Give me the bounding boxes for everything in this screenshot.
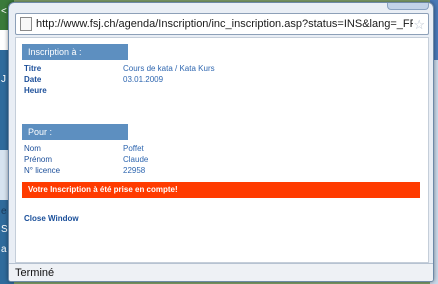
window-control[interactable] [387, 3, 429, 10]
confirmation-alert: Votre Inscription à été prise en compte! [22, 182, 420, 198]
field-value: Cours de kata / Kata Kurs [123, 64, 215, 73]
field-value: Claude [123, 155, 149, 164]
page-icon [20, 17, 32, 31]
status-text: Terminé [15, 267, 55, 279]
url-text[interactable]: http://www.fsj.ch/agenda/Inscription/inc… [36, 18, 413, 30]
pour-header: Pour : [22, 124, 128, 140]
field-label: Heure [24, 86, 47, 95]
background-text: a [1, 244, 7, 255]
background-text: e [1, 206, 7, 217]
field-value: 22958 [123, 166, 146, 175]
field-label: N° licence [24, 166, 61, 175]
field-label: Nom [24, 144, 41, 153]
field-label: Date [24, 75, 42, 84]
field-value: Poffet [123, 144, 144, 153]
field-label: Prénom [24, 155, 53, 164]
page-content: Inscription à : Titre Cours de kata / Ka… [15, 37, 429, 263]
close-window-link[interactable]: Close Window [24, 214, 79, 223]
field-value: 03.01.2009 [123, 75, 164, 84]
inscription-header: Inscription à : [22, 44, 128, 60]
address-bar[interactable]: http://www.fsj.ch/agenda/Inscription/inc… [15, 13, 429, 35]
status-bar: Terminé [9, 263, 433, 281]
star-icon[interactable]: ☆ [413, 18, 425, 31]
field-label: Titre [24, 64, 42, 73]
background-text: J [1, 74, 6, 85]
background-text: < [1, 6, 7, 17]
popup-window: http://www.fsj.ch/agenda/Inscription/inc… [8, 2, 434, 282]
background-text: S [1, 224, 8, 235]
